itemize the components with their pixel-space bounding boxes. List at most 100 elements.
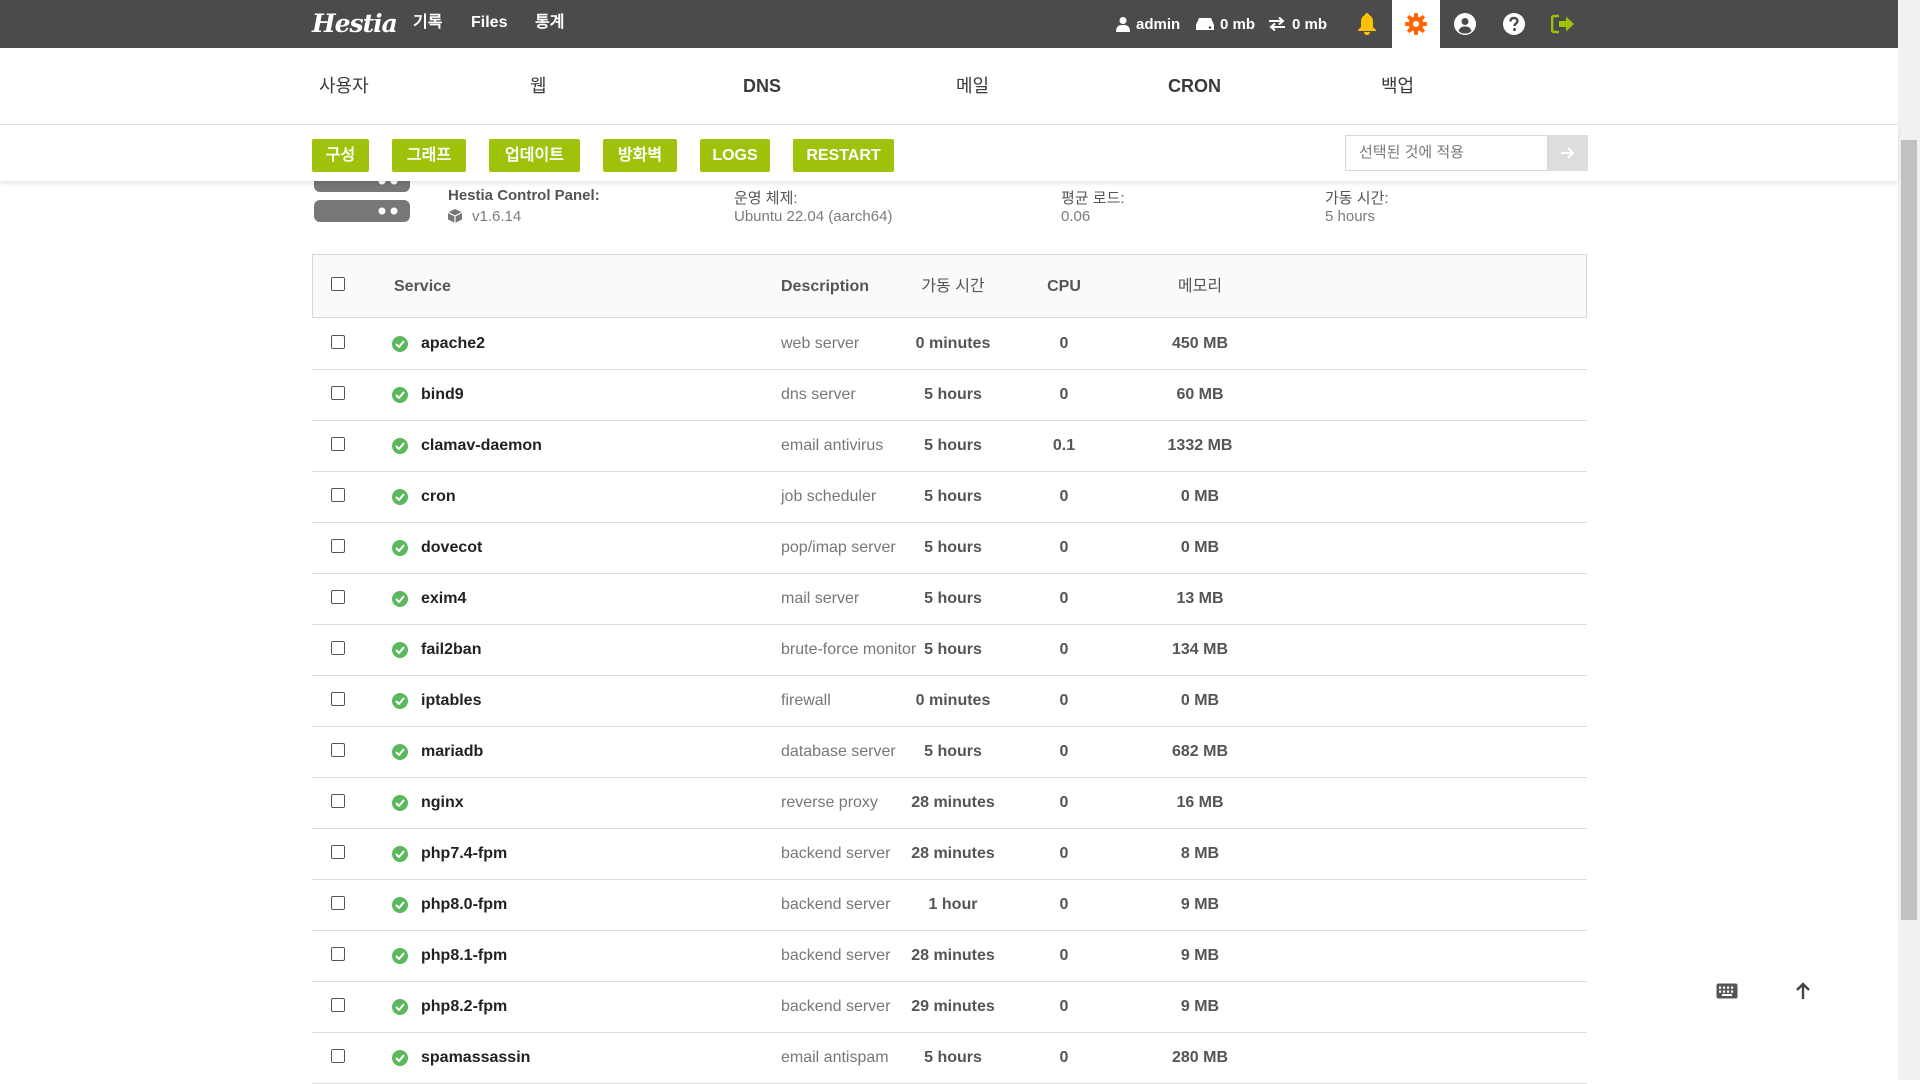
table-row[interactable]: php8.2-fpm backend server 29 minutes 0 9 MB	[312, 981, 1587, 1033]
scrollbar[interactable]	[1898, 0, 1920, 1080]
user-stat[interactable]: admin	[1116, 0, 1180, 48]
apply-button[interactable]	[1548, 135, 1588, 171]
service-name[interactable]: cron	[421, 471, 456, 522]
scrollbar-thumb[interactable]	[1901, 140, 1917, 920]
service-memory: 1332 MB	[1167, 437, 1233, 454]
table-row[interactable]: clamav-daemon email antivirus 5 hours 0.1 13…	[312, 420, 1587, 472]
service-name[interactable]: php8.0-fpm	[421, 879, 507, 930]
service-name[interactable]: dovecot	[421, 522, 482, 573]
table-row[interactable]: php8.1-fpm backend server 28 minutes 0 9 MB	[312, 930, 1587, 982]
keyboard-shortcuts-button[interactable]	[1707, 971, 1747, 1011]
notifications-button[interactable]	[1343, 0, 1391, 48]
service-name[interactable]: bind9	[421, 369, 464, 420]
row-checkbox[interactable]	[331, 692, 345, 706]
nav-logs[interactable]: 기록	[413, 0, 442, 48]
firewall-button[interactable]: 방화벽	[603, 139, 677, 172]
header-cpu[interactable]: CPU	[1014, 255, 1114, 317]
row-checkbox[interactable]	[331, 335, 345, 349]
top-bar: Hestia 기록 Files 통계 admin 0 mb 0 mb	[0, 0, 1898, 48]
service-memory: 9 MB	[1180, 896, 1220, 913]
service-name[interactable]: exim4	[421, 573, 466, 624]
table-row[interactable]: php7.4-fpm backend server 28 minutes 0 8 MB	[312, 828, 1587, 880]
updates-button[interactable]: 업데이트	[489, 139, 580, 172]
table-row[interactable]: cron job scheduler 5 hours 0 0 MB	[312, 471, 1587, 523]
arrow-right-icon	[1561, 147, 1575, 159]
table-row[interactable]: iptables firewall 0 minutes 0 0 MB	[312, 675, 1587, 727]
service-cpu: 0	[1059, 335, 1069, 352]
row-checkbox[interactable]	[331, 437, 345, 451]
status-ok-icon	[392, 540, 408, 556]
header-description[interactable]: Description	[781, 255, 869, 317]
tab-users[interactable]: 사용자	[319, 48, 369, 124]
service-name[interactable]: php8.1-fpm	[421, 930, 507, 981]
service-name[interactable]: nginx	[421, 777, 464, 828]
nav-stats[interactable]: 통계	[535, 0, 564, 48]
row-checkbox[interactable]	[331, 488, 345, 502]
row-checkbox[interactable]	[331, 590, 345, 604]
bandwidth-usage: 0 mb	[1292, 15, 1328, 33]
row-checkbox[interactable]	[331, 539, 345, 553]
service-name[interactable]: php7.4-fpm	[421, 828, 507, 879]
table-row[interactable]: dovecot pop/imap server 5 hours 0 0 MB	[312, 522, 1587, 574]
service-cpu: 0	[1059, 488, 1069, 505]
service-memory: 8 MB	[1180, 845, 1220, 862]
tab-cron[interactable]: CRON	[1168, 48, 1221, 124]
header-memory[interactable]: 메모리	[1140, 255, 1260, 317]
table-row[interactable]: fail2ban brute-force monitor 5 hours 0 134 M…	[312, 624, 1587, 676]
row-checkbox[interactable]	[331, 947, 345, 961]
service-name[interactable]: clamav-daemon	[421, 420, 542, 471]
service-uptime: 28 minutes	[911, 947, 995, 964]
service-name[interactable]: spamassassin	[421, 1032, 530, 1083]
service-name[interactable]: php8.2-fpm	[421, 981, 507, 1032]
hestia-logo[interactable]: Hestia	[312, 6, 398, 42]
table-row[interactable]: bind9 dns server 5 hours 0 60 MB	[312, 369, 1587, 421]
table-row[interactable]: nginx reverse proxy 28 minutes 0 16 MB	[312, 777, 1587, 829]
service-description: dns server	[781, 386, 856, 403]
row-checkbox[interactable]	[331, 794, 345, 808]
row-checkbox[interactable]	[331, 896, 345, 910]
row-checkbox[interactable]	[331, 1049, 345, 1063]
service-uptime: 5 hours	[924, 641, 982, 658]
logout-button[interactable]	[1539, 0, 1587, 48]
header-uptime[interactable]: 가동 시간	[873, 255, 1033, 317]
help-button[interactable]	[1490, 0, 1538, 48]
row-checkbox[interactable]	[331, 743, 345, 757]
status-ok-icon	[392, 897, 408, 913]
logs-button[interactable]: LOGS	[700, 139, 770, 172]
service-name[interactable]: fail2ban	[421, 624, 481, 675]
table-row[interactable]: exim4 mail server 5 hours 0 13 MB	[312, 573, 1587, 625]
os-value: Ubuntu 22.04 (aarch64)	[734, 208, 893, 225]
scroll-to-top-button[interactable]	[1783, 971, 1823, 1011]
row-checkbox[interactable]	[331, 998, 345, 1012]
table-row[interactable]: mariadb database server 5 hours 0 682 MB	[312, 726, 1587, 778]
row-checkbox[interactable]	[331, 845, 345, 859]
table-row[interactable]: spamassassin email antispam 5 hours 0 280 MB	[312, 1032, 1587, 1084]
table-row[interactable]: php8.0-fpm backend server 1 hour 0 9 MB	[312, 879, 1587, 931]
disk-usage: 0 mb	[1220, 15, 1256, 33]
graphs-button[interactable]: 그래프	[392, 139, 466, 172]
service-name[interactable]: mariadb	[421, 726, 483, 777]
configure-button[interactable]: 구성	[312, 139, 369, 172]
tab-dns[interactable]: DNS	[743, 48, 781, 124]
server-settings-button[interactable]	[1392, 0, 1440, 48]
status-ok-icon	[392, 438, 408, 454]
tab-web[interactable]: 웹	[530, 48, 547, 124]
table-row[interactable]: apache2 web server 0 minutes 0 450 MB	[312, 318, 1587, 370]
header-service[interactable]: Service	[394, 255, 451, 317]
service-cpu: 0	[1059, 947, 1069, 964]
nav-files[interactable]: Files	[471, 0, 507, 48]
restart-button[interactable]: RESTART	[793, 139, 894, 172]
service-name[interactable]: apache2	[421, 318, 485, 369]
service-description: mail server	[781, 590, 860, 607]
row-checkbox[interactable]	[331, 386, 345, 400]
row-checkbox[interactable]	[331, 641, 345, 655]
service-name[interactable]: iptables	[421, 675, 481, 726]
select-all-checkbox[interactable]	[331, 277, 345, 291]
service-uptime: 0 minutes	[915, 692, 991, 709]
tab-backup[interactable]: 백업	[1381, 48, 1414, 124]
tab-mail[interactable]: 메일	[956, 48, 989, 124]
apply-to-selected-select[interactable]: 선택된 것에 적용	[1345, 135, 1548, 171]
profile-button[interactable]	[1441, 0, 1489, 48]
status-ok-icon	[392, 999, 408, 1015]
service-cpu: 0.1	[1052, 437, 1076, 454]
